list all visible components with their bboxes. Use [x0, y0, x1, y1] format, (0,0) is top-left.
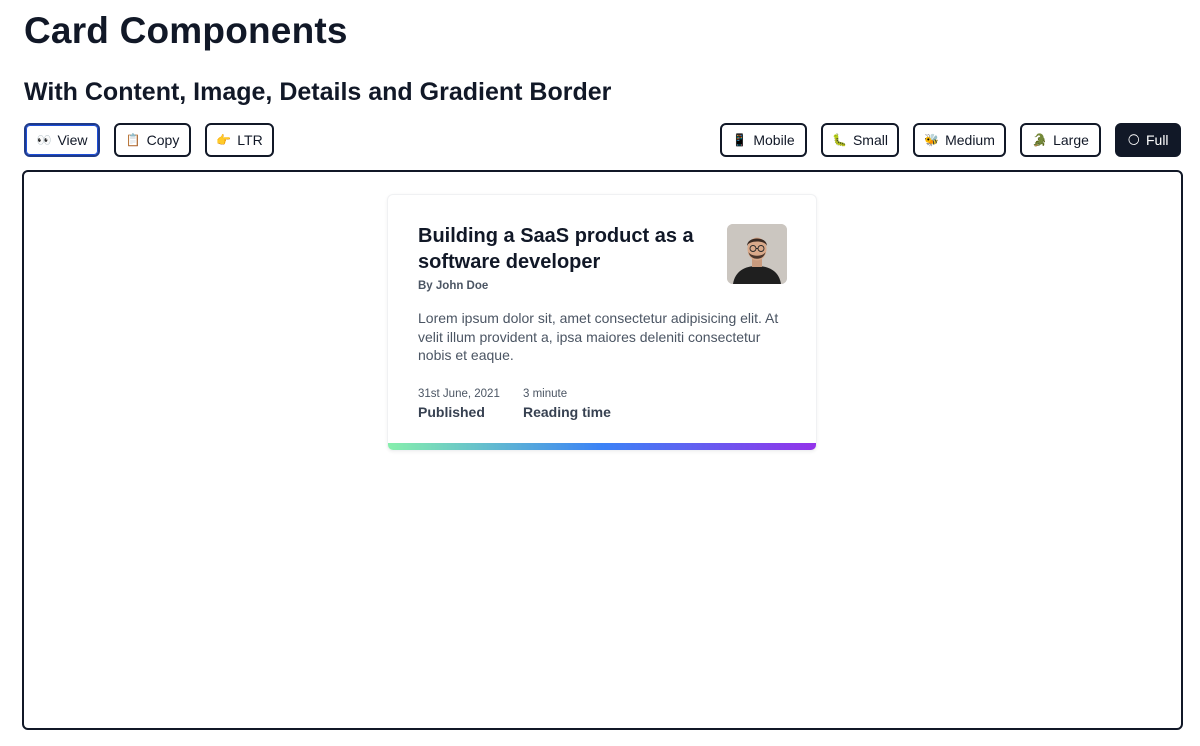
small-button[interactable]: 🐛 Small [821, 123, 899, 157]
section-title: With Content, Image, Details and Gradien… [24, 78, 612, 106]
card-title: Building a SaaS product as a software de… [418, 225, 694, 273]
large-button[interactable]: 🐊 Large [1020, 123, 1101, 157]
ltr-button[interactable]: 👉 LTR [205, 123, 274, 157]
mobile-button-label: Mobile [753, 132, 795, 148]
copy-button-label: Copy [146, 132, 180, 148]
published-date: 31st June, 2021 [418, 388, 500, 400]
full-moon-icon: 🌕 [1127, 133, 1140, 147]
article-card: Building a SaaS product as a software de… [387, 194, 817, 451]
eyes-icon: 👀 [36, 133, 52, 147]
card-body-text: Lorem ipsum dolor sit, amet consectetur … [418, 310, 779, 364]
gradient-border [388, 443, 816, 450]
reading-time-label: Reading time [523, 404, 611, 420]
avatar [727, 224, 787, 284]
card-author: By John Doe [418, 280, 489, 292]
full-button-label: Full [1145, 132, 1169, 148]
view-button-label: View [57, 132, 88, 148]
reading-time-detail: 3 minute Reading time [523, 388, 611, 420]
clipboard-icon: 📋 [125, 133, 141, 147]
medium-button[interactable]: 🐝 Medium [913, 123, 1006, 157]
small-button-label: Small [852, 132, 888, 148]
pointing-right-icon: 👉 [216, 133, 232, 147]
bug-icon: 🐛 [832, 133, 847, 147]
person-photo [727, 224, 787, 284]
crocodile-icon: 🐊 [1032, 133, 1048, 147]
page-title: Card Components [24, 10, 348, 51]
large-button-label: Large [1053, 132, 1089, 148]
view-button[interactable]: 👀 View [24, 123, 100, 157]
mobile-phone-icon: 📱 [732, 133, 748, 147]
reading-time-value: 3 minute [523, 388, 568, 400]
mobile-button[interactable]: 📱 Mobile [720, 123, 807, 157]
published-label: Published [418, 404, 485, 420]
full-button[interactable]: 🌕 Full [1115, 123, 1181, 157]
ltr-button-label: LTR [237, 132, 263, 148]
copy-button[interactable]: 📋 Copy [114, 123, 191, 157]
bee-icon: 🐝 [924, 133, 940, 147]
published-detail: 31st June, 2021 Published [418, 388, 500, 420]
medium-button-label: Medium [945, 132, 995, 148]
